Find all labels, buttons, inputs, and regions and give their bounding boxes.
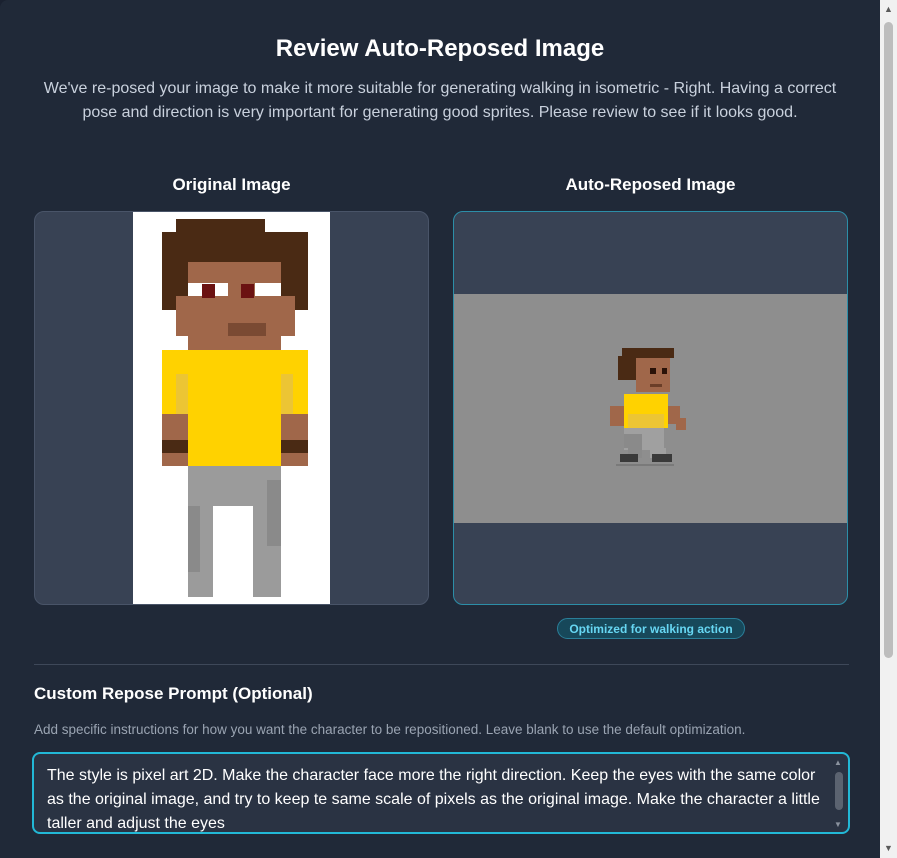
custom-prompt-value[interactable]: The style is pixel art 2D. Make the char… xyxy=(47,764,822,836)
textarea-scrollbar[interactable]: ▲ ▼ xyxy=(832,756,846,830)
reposed-image-panel xyxy=(453,211,848,605)
section-divider xyxy=(34,664,849,665)
reposed-character-sprite xyxy=(610,348,686,466)
original-image xyxy=(133,212,330,604)
custom-prompt-help: Add specific instructions for how you wa… xyxy=(34,722,746,737)
textarea-scroll-thumb[interactable] xyxy=(835,772,843,810)
original-character-sprite xyxy=(162,219,308,597)
repose-review-dialog: Review Auto-Reposed Image We've re-posed… xyxy=(0,0,880,858)
custom-prompt-title: Custom Repose Prompt (Optional) xyxy=(34,684,313,703)
reposed-image xyxy=(454,294,847,523)
page-scroll-thumb[interactable] xyxy=(884,22,893,658)
page-scroll-up-icon[interactable]: ▲ xyxy=(884,4,893,14)
custom-prompt-textarea[interactable]: The style is pixel art 2D. Make the char… xyxy=(32,752,850,834)
page-scrollbar[interactable]: ▲ ▼ xyxy=(880,0,897,858)
dialog-title: Review Auto-Reposed Image xyxy=(275,35,605,62)
scroll-up-icon[interactable]: ▲ xyxy=(834,758,842,767)
optimized-badge: Optimized for walking action xyxy=(557,618,745,639)
page-scroll-down-icon[interactable]: ▼ xyxy=(884,843,893,853)
scroll-down-icon[interactable]: ▼ xyxy=(834,820,842,829)
original-image-panel xyxy=(34,211,429,605)
dialog-subtitle: We've re-posed your image to make it mor… xyxy=(43,80,837,121)
original-image-label: Original Image xyxy=(172,175,291,194)
reposed-image-label: Auto-Reposed Image xyxy=(565,175,736,194)
